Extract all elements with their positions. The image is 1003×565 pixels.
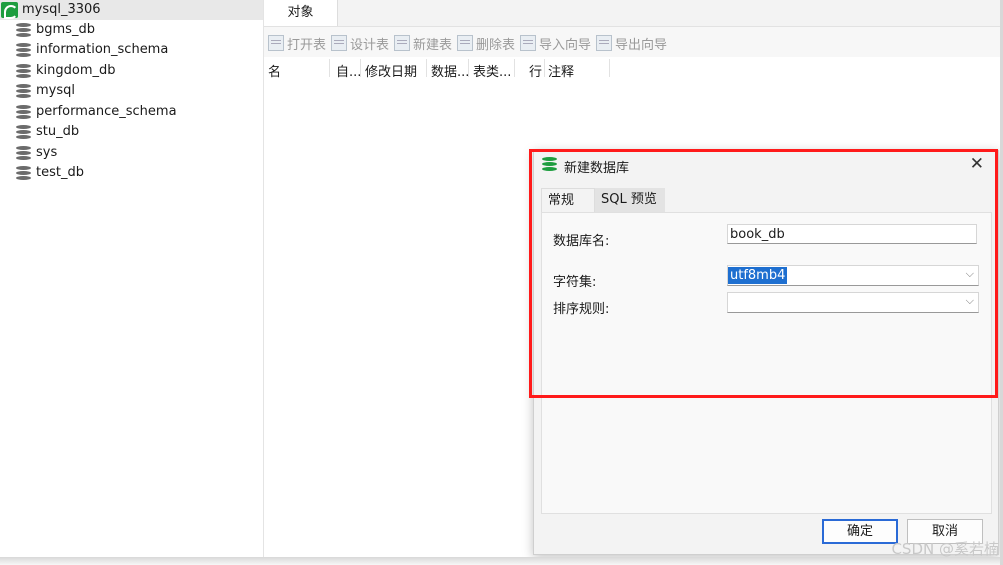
table-icon xyxy=(520,35,536,51)
db-node-test-db[interactable]: test_db xyxy=(16,164,256,184)
db-node-stu-db[interactable]: stu_db xyxy=(16,123,256,143)
tab-bar: 对象 xyxy=(264,0,1003,27)
button-label: 新建表 xyxy=(413,37,453,53)
connection-node[interactable]: mysql_3306 xyxy=(0,0,263,20)
db-label: test_db xyxy=(36,165,84,180)
watermark: CSDN @奚若楠 xyxy=(891,540,999,558)
db-label: information_schema xyxy=(36,42,169,57)
database-icon xyxy=(16,125,31,140)
button-label: 导出向导 xyxy=(615,37,668,53)
general-panel: 数据库名: book_db 字符集: utf8mb4 ⌵ 排序规则: ⌵ xyxy=(541,212,992,514)
delete-table-button[interactable]: 删除表 xyxy=(457,34,516,53)
tab-general[interactable]: 常规 xyxy=(541,188,595,213)
db-node-kingdom-db[interactable]: kingdom_db xyxy=(16,62,256,82)
col-name[interactable]: 名 xyxy=(268,61,281,80)
dialog-title: 新建数据库 xyxy=(564,161,630,176)
connection-icon xyxy=(1,2,18,19)
db-node-information-schema[interactable]: information_schema xyxy=(16,41,256,61)
import-wizard-button[interactable]: 导入向导 xyxy=(520,34,592,53)
connection-label: mysql_3306 xyxy=(22,2,101,17)
db-node-mysql[interactable]: mysql xyxy=(16,82,256,102)
database-icon xyxy=(542,157,557,173)
dialog-titlebar[interactable]: 新建数据库 ✕ xyxy=(534,151,998,179)
ok-button[interactable]: 确定 xyxy=(822,519,898,544)
table-icon xyxy=(394,35,410,51)
object-column-header: 名 自... 修改日期 数据... 表类... 行 注释 xyxy=(264,57,1003,80)
open-table-button[interactable]: 打开表 xyxy=(268,34,327,53)
button-label: 打开表 xyxy=(287,37,327,53)
database-icon xyxy=(16,43,31,58)
button-label: 设计表 xyxy=(350,37,390,53)
col-auto[interactable]: 自... xyxy=(336,61,361,80)
table-icon xyxy=(331,35,347,51)
col-modified-date[interactable]: 修改日期 xyxy=(365,61,417,80)
db-label: bgms_db xyxy=(36,22,95,37)
charset-value: utf8mb4 xyxy=(728,267,788,284)
object-toolbar: 打开表 设计表 新建表 删除表 导入向导 导出向导 xyxy=(264,27,1003,57)
button-label: 删除表 xyxy=(476,37,516,53)
database-icon xyxy=(16,84,31,99)
database-icon xyxy=(16,23,31,38)
collation-select[interactable]: ⌵ xyxy=(727,292,979,313)
tab-objects[interactable]: 对象 xyxy=(264,0,338,26)
new-table-button[interactable]: 新建表 xyxy=(394,34,453,53)
button-label: 导入向导 xyxy=(539,37,592,53)
db-label: sys xyxy=(36,145,58,160)
charset-select[interactable]: utf8mb4 ⌵ xyxy=(727,265,979,286)
col-table-type[interactable]: 表类... xyxy=(473,61,511,80)
window-bottom-edge xyxy=(0,557,1003,565)
table-icon xyxy=(596,35,612,51)
col-comment[interactable]: 注释 xyxy=(548,61,574,80)
db-label: kingdom_db xyxy=(36,63,116,78)
db-node-sys[interactable]: sys xyxy=(16,144,256,164)
db-node-bgms-db[interactable]: bgms_db xyxy=(16,21,256,41)
design-table-button[interactable]: 设计表 xyxy=(331,34,390,53)
navigation-tree: mysql_3306 bgms_db information_schema ki… xyxy=(0,0,264,557)
tab-sql-preview[interactable]: SQL 预览 xyxy=(595,188,665,212)
db-name-input[interactable]: book_db xyxy=(727,224,977,244)
database-icon xyxy=(16,64,31,79)
db-label: mysql xyxy=(36,83,75,98)
database-icon xyxy=(16,105,31,120)
db-label: stu_db xyxy=(36,124,80,139)
charset-label: 字符集: xyxy=(553,275,597,290)
table-icon xyxy=(268,35,284,51)
db-label: performance_schema xyxy=(36,104,177,119)
chevron-down-icon: ⌵ xyxy=(965,267,974,280)
new-database-dialog: 新建数据库 ✕ 常规 SQL 预览 数据库名: book_db 字符集: utf… xyxy=(533,150,999,555)
database-icon xyxy=(16,146,31,161)
db-name-label: 数据库名: xyxy=(553,234,610,249)
table-icon xyxy=(457,35,473,51)
export-wizard-button[interactable]: 导出向导 xyxy=(596,34,668,53)
db-node-performance-schema[interactable]: performance_schema xyxy=(16,103,256,123)
close-icon[interactable]: ✕ xyxy=(970,154,984,174)
chevron-down-icon: ⌵ xyxy=(965,294,974,307)
collation-label: 排序规则: xyxy=(553,302,610,317)
database-icon xyxy=(16,166,31,181)
col-rows[interactable]: 行 xyxy=(529,61,542,80)
col-data[interactable]: 数据... xyxy=(431,61,469,80)
